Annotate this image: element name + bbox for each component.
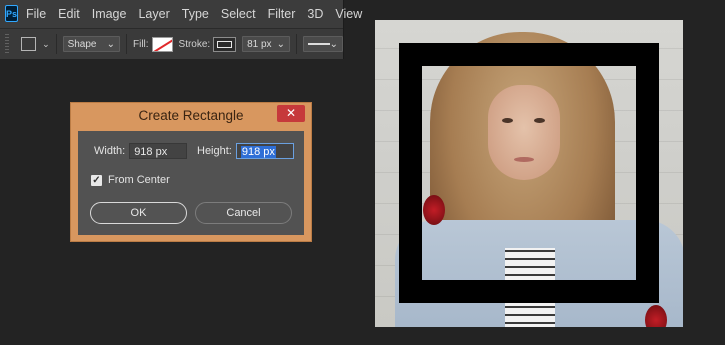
chevron-down-icon: ⌄	[106, 38, 116, 50]
tool-mode-dropdown[interactable]: Shape ⌄	[62, 36, 121, 52]
fill-label: Fill:	[132, 38, 149, 50]
from-center-row: ✓ From Center	[91, 174, 170, 186]
stroke-type-dropdown[interactable]: ⌄	[303, 36, 344, 52]
from-center-checkbox[interactable]: ✓	[91, 174, 102, 186]
tool-mode-value: Shape	[67, 38, 97, 50]
create-rectangle-dialog: Create Rectangle ✕ Width: 918 px Height:…	[70, 102, 312, 242]
options-grip-icon[interactable]	[5, 34, 9, 54]
chevron-down-icon[interactable]: ⌄	[42, 39, 50, 50]
menu-file[interactable]: File	[26, 7, 46, 21]
menu-filter[interactable]: Filter	[268, 7, 296, 21]
menu-type[interactable]: Type	[182, 7, 209, 21]
stroke-swatch-icon[interactable]	[213, 36, 237, 52]
menu-edit[interactable]: Edit	[58, 7, 80, 21]
menu-3d[interactable]: 3D	[307, 7, 323, 21]
photoshop-toolbar: Ps File Edit Image Layer Type Select Fil…	[0, 0, 362, 59]
stroke-width-field[interactable]: 81 px ⌄	[242, 36, 291, 52]
chevron-down-icon: ⌄	[329, 38, 339, 50]
ok-button[interactable]: OK	[90, 202, 187, 224]
divider	[296, 34, 298, 54]
height-input-value: 918 px	[240, 146, 276, 158]
options-bar: ⌄ Shape ⌄ Fill: Stroke: 81 px ⌄ ⌄	[0, 28, 344, 59]
dialog-body: Width: 918 px Height: 918 px ✓ From Cent…	[78, 131, 304, 235]
close-button[interactable]: ✕	[277, 105, 305, 122]
menu-select[interactable]: Select	[221, 7, 256, 21]
width-label: Width:	[94, 145, 126, 157]
divider	[55, 34, 57, 54]
chevron-down-icon: ⌄	[276, 38, 286, 50]
cancel-button[interactable]: Cancel	[195, 202, 292, 224]
dialog-title: Create Rectangle	[138, 108, 244, 123]
solid-line-icon	[308, 43, 330, 45]
menu-layer[interactable]: Layer	[138, 7, 169, 21]
photoshop-logo-icon: Ps	[5, 5, 19, 22]
divider	[126, 34, 127, 54]
from-center-label[interactable]: From Center	[108, 174, 170, 186]
stroke-width-value: 81 px	[247, 38, 272, 50]
rectangle-icon[interactable]	[20, 37, 37, 51]
rose-patch-icon	[645, 305, 667, 327]
menu-image[interactable]: Image	[92, 7, 127, 21]
no-fill-swatch-icon[interactable]	[151, 36, 173, 52]
menu-bar: Ps File Edit Image Layer Type Select Fil…	[0, 0, 362, 27]
black-rectangle-frame[interactable]	[399, 43, 659, 303]
stroke-label: Stroke:	[178, 38, 211, 50]
height-input[interactable]: 918 px	[235, 143, 294, 159]
width-input[interactable]: 918 px	[129, 143, 188, 159]
width-input-value: 918 px	[134, 146, 168, 158]
height-label: Height:	[197, 145, 232, 157]
height-row: Height: 918 px	[197, 143, 294, 159]
width-row: Width: 918 px	[94, 143, 188, 159]
menu-view[interactable]: View	[335, 7, 362, 21]
